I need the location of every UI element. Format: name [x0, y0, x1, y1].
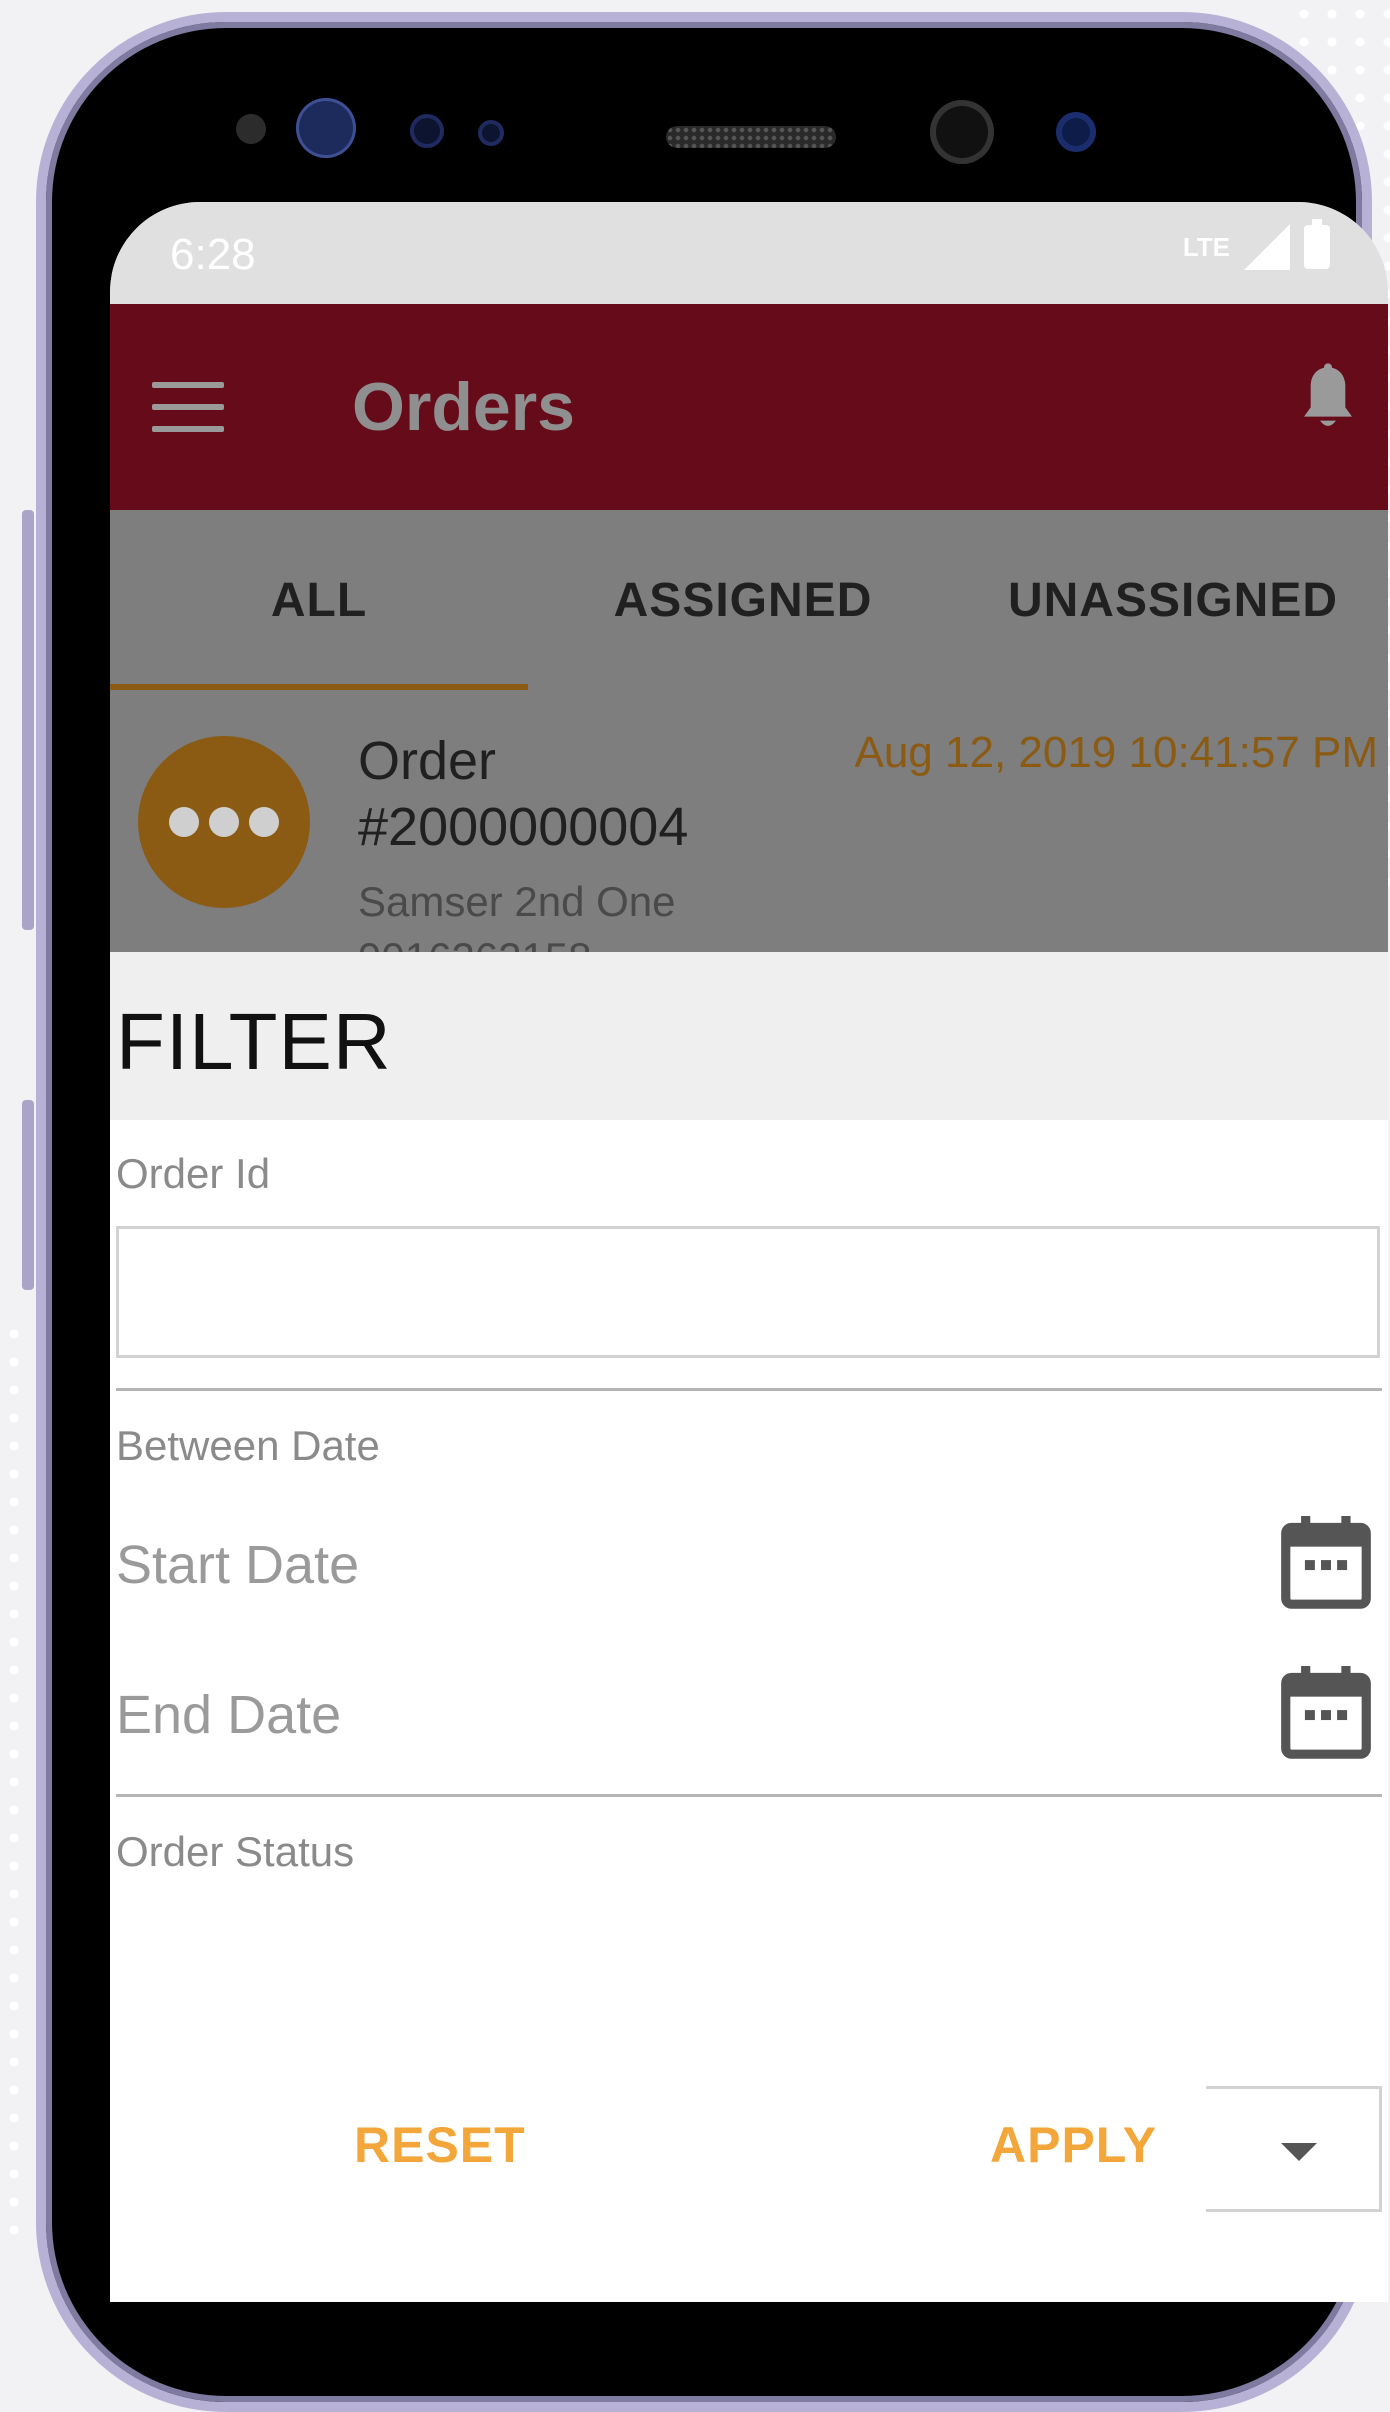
apply-button[interactable]: APPLY	[970, 2106, 1177, 2184]
tab-unassigned[interactable]: UNASSIGNED	[958, 510, 1388, 690]
calendar-icon[interactable]	[1280, 1512, 1372, 1612]
order-customer: Samser 2nd One	[358, 878, 676, 925]
tab-all[interactable]: ALL	[110, 510, 528, 690]
start-date-field[interactable]: Start Date	[116, 1534, 359, 1596]
order-title: Order #2000000004	[358, 731, 689, 857]
tab-label: ALL	[270, 573, 368, 627]
battery-icon	[1304, 219, 1330, 269]
proximity-sensor	[236, 114, 266, 144]
order-id-label: Order Id	[116, 1150, 271, 1197]
between-date-label: Between Date	[116, 1422, 380, 1469]
decorative-dots	[0, 1320, 40, 2240]
filter-header: FILTER	[110, 952, 1388, 1120]
tab-label: ASSIGNED	[613, 573, 873, 627]
signal-icon	[1244, 224, 1290, 270]
earpiece-speaker	[666, 126, 836, 148]
phone-frame: 6:28 LTE Orders ALL ASSIGNED UNASSIGNED …	[36, 12, 1388, 2412]
order-tabs: ALL ASSIGNED UNASSIGNED	[110, 510, 1388, 690]
divider	[116, 1388, 1382, 1391]
light-sensor	[478, 120, 504, 146]
status-bar: 6:28 LTE	[110, 202, 1388, 304]
tab-assigned[interactable]: ASSIGNED	[528, 510, 958, 690]
chevron-down-icon	[1281, 2143, 1317, 2161]
side-button	[22, 510, 34, 930]
front-camera-icon	[930, 100, 994, 164]
divider	[116, 1794, 1382, 1797]
calendar-icon[interactable]	[1280, 1662, 1372, 1762]
side-button	[22, 1100, 34, 1290]
filter-title: FILTER	[116, 997, 392, 1086]
hamburger-menu-icon[interactable]	[152, 382, 224, 432]
network-label: LTE	[1182, 231, 1230, 262]
status-icons: LTE	[1182, 219, 1330, 270]
phone-screen: 6:28 LTE Orders ALL ASSIGNED UNASSIGNED …	[110, 202, 1388, 2302]
more-icon	[138, 736, 310, 908]
app-bar: Orders	[110, 304, 1388, 510]
camera-sensor	[1056, 112, 1096, 152]
iris-scanner	[296, 98, 356, 158]
page-title: Orders	[352, 369, 575, 445]
order-date: Aug 12, 2019 10:41:57 PM	[854, 728, 1378, 777]
light-sensor	[410, 114, 444, 148]
order-status-select[interactable]	[1206, 2086, 1382, 2212]
order-status-label: Order Status	[116, 1828, 355, 1875]
reset-button[interactable]: RESET	[334, 2106, 546, 2184]
order-id-input[interactable]	[116, 1226, 1380, 1358]
filter-panel: FILTER Order Id Between Date Start Date …	[110, 952, 1388, 2302]
status-time: 6:28	[170, 230, 256, 279]
tab-label: UNASSIGNED	[1007, 573, 1339, 627]
bell-icon[interactable]	[1296, 362, 1360, 442]
end-date-field[interactable]: End Date	[116, 1684, 341, 1746]
